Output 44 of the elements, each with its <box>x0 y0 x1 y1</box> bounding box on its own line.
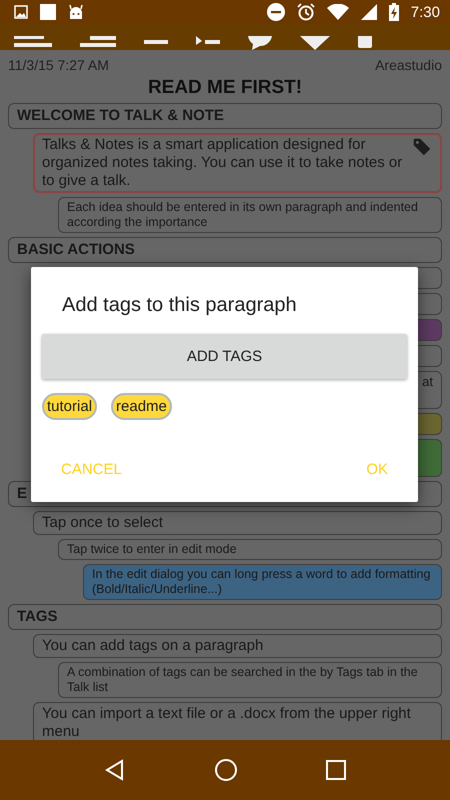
paragraph-row[interactable]: Talks & Notes is a smart application designed for organized notes taking. You can use it to take notes or to give a talk. <box>33 133 442 193</box>
paragraph-row[interactable]: A combination of tags can be searched in the by Tags tab in the Talk list <box>58 662 442 698</box>
add-tags-button[interactable]: ADD TAGS <box>42 334 407 379</box>
back-icon[interactable] <box>104 759 126 781</box>
image-icon <box>14 5 28 19</box>
list-icon[interactable] <box>14 36 52 50</box>
signal-icon <box>360 4 377 20</box>
paragraph-text: Talks & Notes is a smart application designed for organized notes taking. You can use it to take notes or to give a talk. <box>42 136 404 190</box>
wifi-icon <box>326 4 349 20</box>
section-heading[interactable]: BASIC ACTIONS <box>8 237 442 263</box>
paragraph-row[interactable]: Each idea should be entered in its own paragraph and indented according the importance <box>58 197 442 233</box>
paragraph-row[interactable]: Tap once to select <box>33 511 442 535</box>
paragraph-text: Each idea should be entered in its own paragraph and indented according the importance <box>67 200 419 230</box>
paragraph-text: In the edit dialog you can long press a word to add formatting (Bold/Italic/Underline...) <box>92 567 432 597</box>
paragraph-text: at <box>422 374 433 391</box>
paragraph-text: You can add tags on a paragraph <box>42 637 264 655</box>
battery-icon <box>388 3 399 21</box>
paragraph-text: Tap once to select <box>42 514 164 532</box>
square-icon <box>40 4 56 20</box>
paragraph-row[interactable]: In the edit dialog you can long press a word to add formatting (Bold/Italic/Underline...) <box>83 564 442 600</box>
paragraph-row[interactable]: Tap twice to enter in edit mode <box>58 539 442 560</box>
note-title: READ ME FIRST! <box>146 77 304 99</box>
section-heading[interactable]: WELCOME TO TALK & NOTE <box>8 103 442 129</box>
dialog-title: Add tags to this paragraph <box>62 294 298 317</box>
paragraph-text: You can import a text file or a .docx from the upper right menu <box>42 705 412 740</box>
section-heading[interactable]: TAGS <box>8 604 442 630</box>
tag-chip[interactable]: tutorial <box>42 393 98 420</box>
do-not-disturb-icon <box>266 3 285 21</box>
tag-icon <box>411 136 433 158</box>
tag-chip[interactable]: readme <box>111 393 172 420</box>
paragraph-row[interactable]: You can add tags on a paragraph <box>33 634 442 658</box>
note-author: Areastudio <box>375 57 442 73</box>
alarm-icon <box>296 3 315 21</box>
android-icon <box>68 4 84 20</box>
comment-icon[interactable] <box>248 36 272 50</box>
list-icon[interactable] <box>80 36 116 50</box>
paragraph-row[interactable]: You can import a text file or a .docx from the upper right menu <box>33 702 442 740</box>
note-date: 11/3/15 7:27 AM <box>8 57 109 73</box>
square-icon[interactable] <box>358 36 372 50</box>
paragraph-text: A combination of tags can be searched in the by Tags tab in the Talk list <box>67 665 419 695</box>
home-icon[interactable] <box>214 758 238 782</box>
paragraph-text: Tap twice to enter in edit mode <box>67 542 238 557</box>
clock-time: 7:30 <box>410 4 440 20</box>
recents-icon[interactable] <box>326 760 346 780</box>
